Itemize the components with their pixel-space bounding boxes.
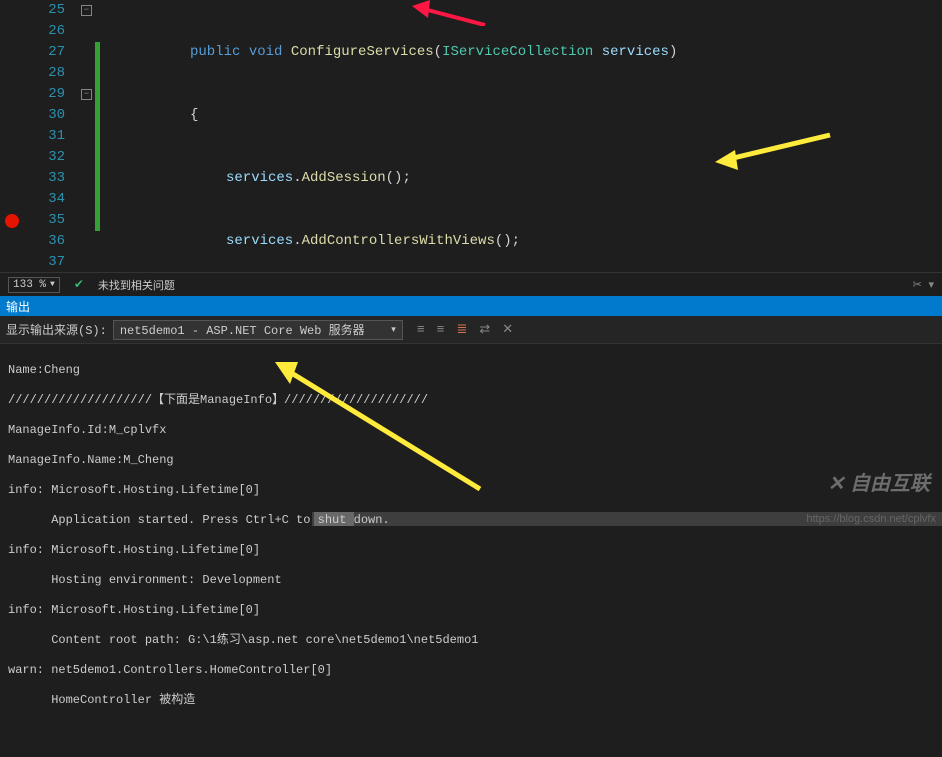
list-icon[interactable]: ≣ (456, 322, 467, 337)
output-source-label: 显示输出来源(S): (6, 321, 107, 338)
output-source-dropdown[interactable]: net5demo1 - ASP.NET Core Web 服务器▾ (113, 320, 403, 340)
output-toolbar: 显示输出来源(S): net5demo1 - ASP.NET Core Web … (0, 316, 942, 344)
output-log[interactable]: Name:Cheng ////////////////////【下面是Manag… (0, 344, 942, 757)
zoom-level[interactable]: 133 %▼ (8, 277, 60, 293)
code-content[interactable]: public void ConfigureServices(IServiceCo… (100, 0, 942, 272)
indent-right-icon[interactable]: ≡ (437, 322, 445, 337)
issues-label: 未找到相关问题 (98, 277, 175, 293)
output-line: info: Microsoft.Hosting.Lifetime[0] (8, 603, 934, 618)
output-line: Hosting environment: Development (8, 573, 934, 588)
breakpoint-icon[interactable] (5, 214, 19, 228)
output-line: Content root path: G:\1练习\asp.net core\n… (8, 633, 934, 648)
editor-status-bar: 133 %▼ ✔ 未找到相关问题 ✂ ▾ (0, 272, 942, 296)
line-numbers: 25 26 27 28 29 30 31 32 33 34 35 36 37 (0, 0, 75, 272)
output-line: ManageInfo.Id:M_cplvfx (8, 423, 934, 438)
gutter: 25 26 27 28 29 30 31 32 33 34 35 36 37 −… (0, 0, 100, 272)
output-panel-title: 输出 (0, 296, 942, 316)
indent-left-icon[interactable]: ≡ (417, 322, 425, 337)
output-line: HomeController 被构造 (8, 693, 934, 708)
wrap-icon[interactable]: ⇄ (479, 322, 490, 337)
fold-toggle[interactable]: − (81, 5, 92, 16)
output-line: ////////////////////【下面是ManageInfo】/////… (8, 393, 934, 408)
watermark: ✕ 自由互联 (828, 467, 930, 496)
clear-icon[interactable]: ✕ (502, 322, 513, 337)
fold-toggle[interactable]: − (81, 89, 92, 100)
output-line: warn: net5demo1.Controllers.HomeControll… (8, 663, 934, 678)
output-line: Name:Cheng (8, 363, 934, 378)
output-line: info: Microsoft.Hosting.Lifetime[0] (8, 483, 934, 498)
output-line: info: Microsoft.Hosting.Lifetime[0] (8, 543, 934, 558)
code-editor[interactable]: 25 26 27 28 29 30 31 32 33 34 35 36 37 −… (0, 0, 942, 272)
output-line: ManageInfo.Name:M_Cheng (8, 453, 934, 468)
csdn-watermark: https://blog.csdn.net/cplvfx (806, 513, 936, 525)
check-icon: ✔ (74, 277, 84, 292)
